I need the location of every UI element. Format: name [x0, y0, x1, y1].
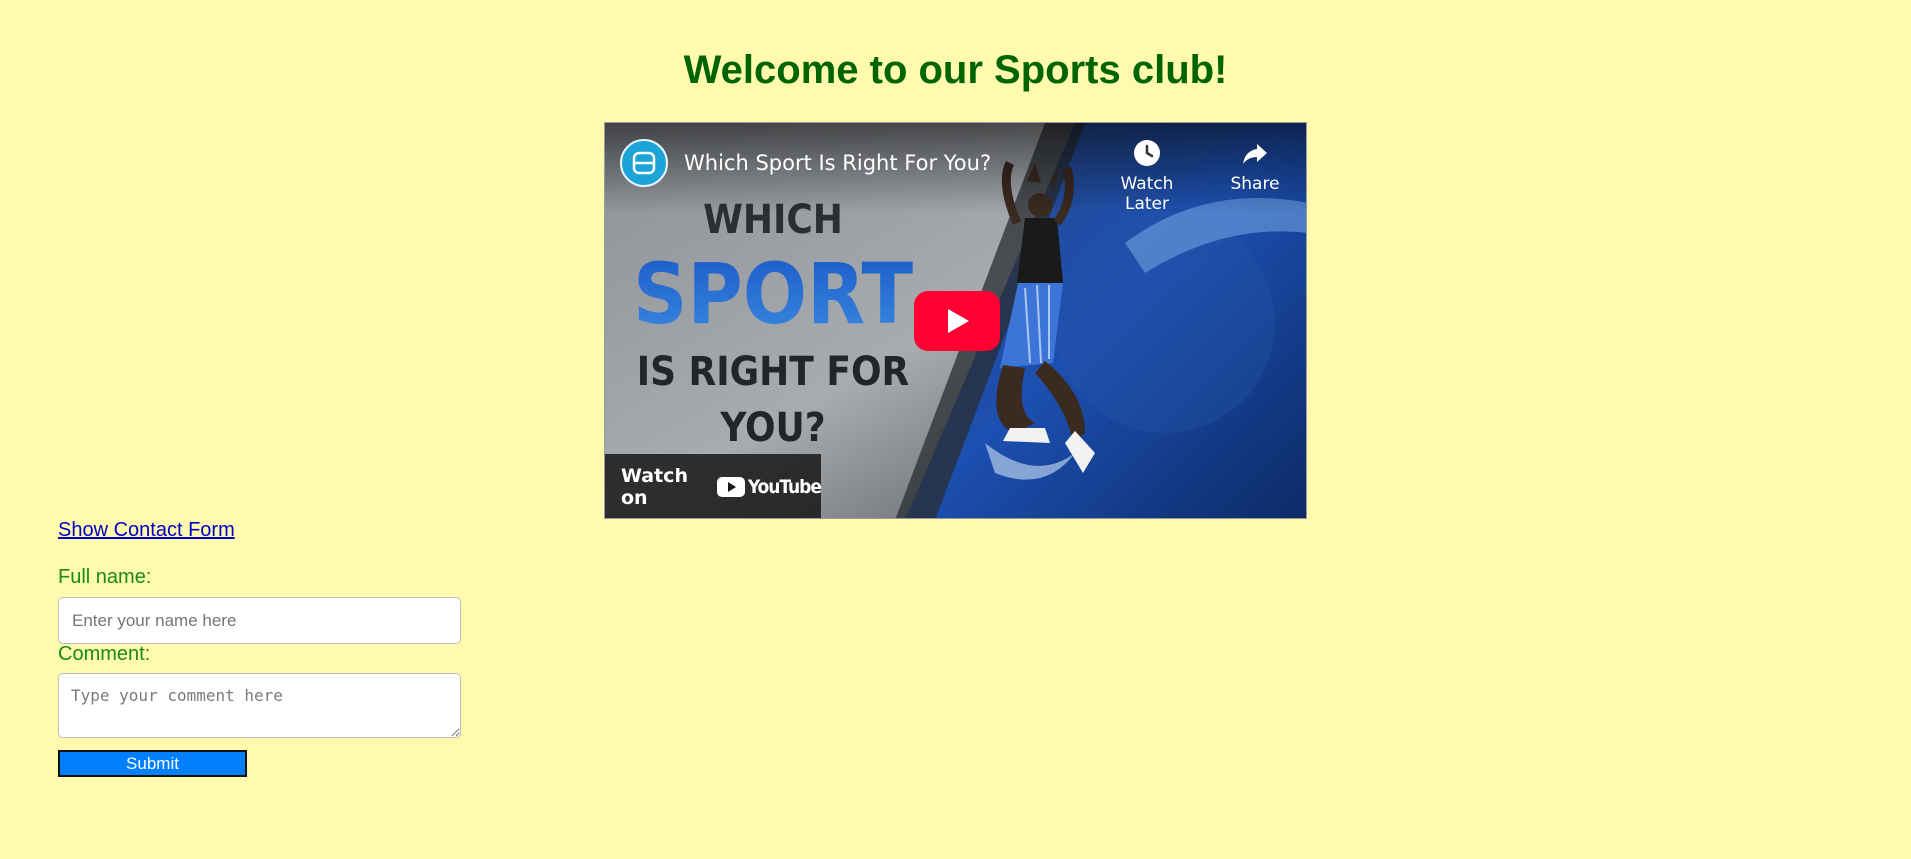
youtube-play-icon	[716, 477, 745, 497]
submit-button[interactable]: Submit	[58, 750, 247, 777]
watch-on-label: Watch on	[621, 465, 688, 509]
video-title[interactable]: Which Sport Is Right For You?	[684, 151, 991, 175]
thumb-text-line3: IS RIGHT FOR	[637, 349, 910, 395]
full-name-input[interactable]	[58, 597, 461, 644]
comment-label: Comment:	[58, 643, 151, 665]
show-contact-form-link[interactable]: Show Contact Form	[58, 519, 235, 542]
full-name-label: Full name:	[58, 566, 152, 588]
share-arrow-icon	[1243, 144, 1267, 164]
watch-later-button[interactable]: Watch Later	[1097, 138, 1197, 214]
thumb-text-line4: YOU?	[719, 405, 825, 451]
comment-textarea[interactable]	[58, 673, 461, 738]
share-label: Share	[1230, 174, 1280, 194]
thumb-text-line2: SPORT	[633, 245, 913, 343]
youtube-embed[interactable]: WHICH SPORT IS RIGHT FOR YOU? Which Spor…	[604, 122, 1307, 519]
youtube-logo: YouTube	[716, 476, 822, 498]
watch-on-youtube[interactable]: Watch on YouTube	[605, 454, 822, 518]
youtube-wordmark: YouTube	[747, 476, 822, 498]
share-button[interactable]: Share	[1220, 138, 1290, 194]
watch-later-label: Watch Later	[1120, 174, 1174, 214]
clock-icon	[1134, 140, 1160, 166]
b-logo-icon[interactable]	[620, 139, 668, 187]
play-button[interactable]	[914, 291, 1000, 351]
page-title: Welcome to our Sports club!	[683, 48, 1228, 92]
